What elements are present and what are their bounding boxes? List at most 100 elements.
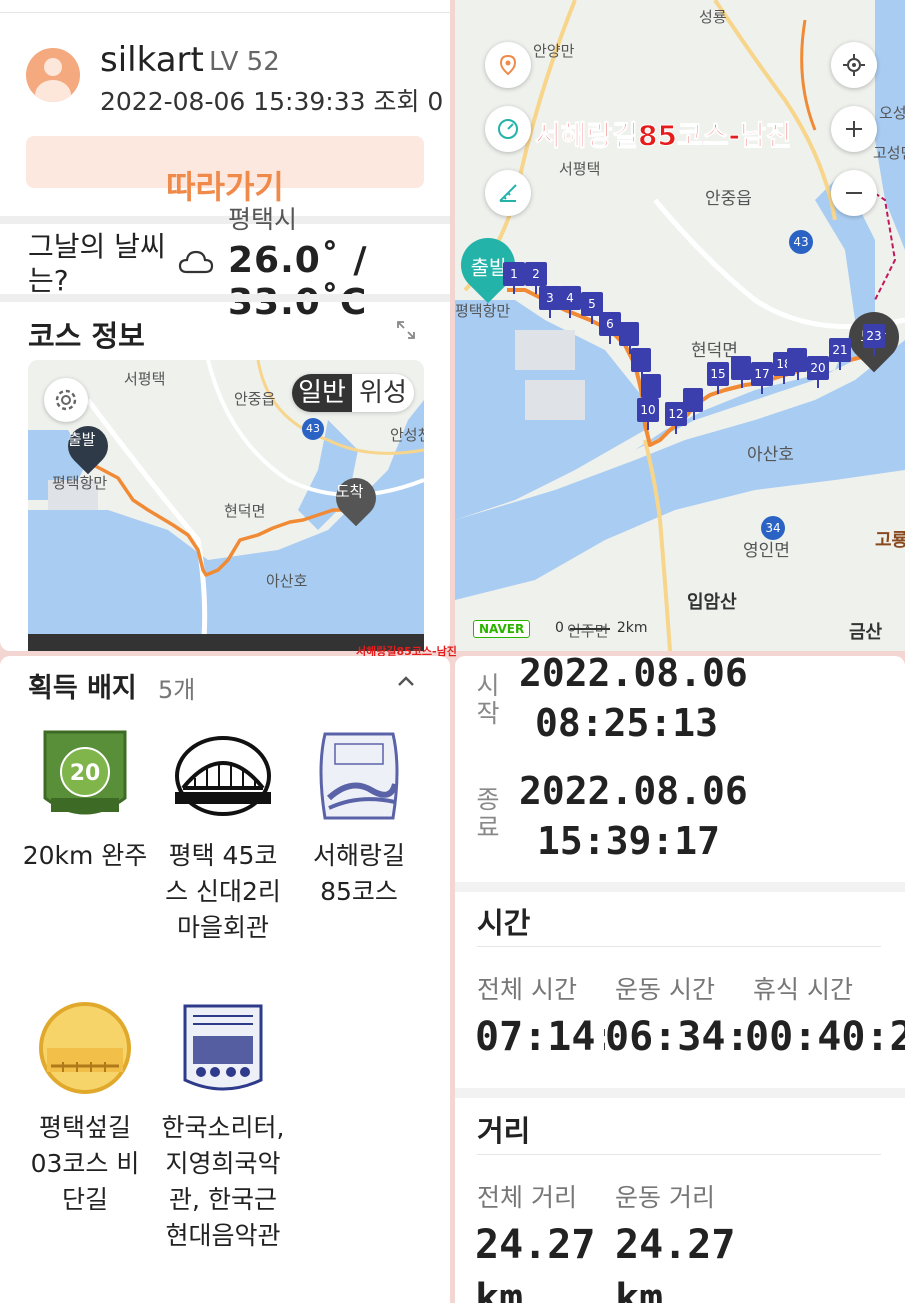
map-scale-zero: 0: [555, 620, 564, 636]
start-date: 2022.08.06: [519, 656, 748, 695]
end-date: 2022.08.06: [519, 769, 748, 813]
map-settings-button[interactable]: [44, 378, 88, 422]
checkpoint-flag[interactable]: [641, 374, 661, 406]
avatar[interactable]: [26, 48, 80, 102]
bridge-stamp-badge-icon: [175, 736, 271, 816]
avatar-body-icon: [35, 80, 71, 102]
checkpoint-flag[interactable]: 10: [637, 398, 659, 430]
place-label: 안양만: [533, 42, 575, 60]
speedometer-button[interactable]: [485, 106, 531, 152]
route-map-canvas: [455, 0, 905, 651]
road-shield-icon: 34: [761, 516, 785, 540]
place-label: 금산: [849, 622, 883, 643]
location-pin-icon: [499, 54, 517, 76]
moving-distance-value: 24.27: [615, 1222, 736, 1268]
zoom-in-button[interactable]: [831, 106, 877, 152]
map-mode-satellite[interactable]: 위성: [352, 374, 414, 412]
place-label: 성룡: [699, 8, 727, 26]
follow-button-label: 따라가기: [166, 168, 284, 206]
checkpoint-flag[interactable]: 17: [751, 362, 773, 394]
checkpoint-flag[interactable]: 15: [707, 362, 729, 394]
divider: [455, 1088, 905, 1098]
checkpoint-flag[interactable]: 6: [599, 312, 621, 344]
checkpoint-flag[interactable]: 2: [525, 262, 547, 294]
badges-panel: 획득 배지 5개 20 20km 완주 평택 45코스 신대2리 마을회관 서해…: [0, 656, 450, 1303]
checkpoint-flag[interactable]: [683, 388, 703, 420]
badges-title: 획득 배지: [28, 673, 137, 704]
start-marker-label: 출발: [67, 430, 96, 449]
checkpoint-flag[interactable]: 23: [863, 324, 885, 356]
location-pin-button[interactable]: [485, 42, 531, 88]
start-label: 시작: [476, 671, 500, 728]
checkpoint-flag[interactable]: 3: [539, 286, 561, 318]
badge-label: 서해랑길 85코스: [312, 841, 405, 906]
moving-time-label: 운동 시간: [615, 975, 715, 1004]
place-label: 안중읍: [705, 189, 752, 209]
naver-logo: NAVER: [473, 620, 531, 638]
place-label: 고룡: [875, 530, 905, 551]
stats-panel: 시작 2022.08.06 08:25:13 종료 2022.08.06 15:…: [455, 656, 905, 1303]
place-label: 평택항만: [52, 474, 108, 492]
badge-item[interactable]: 20 20km 완주: [20, 728, 150, 874]
course-info-title: 코스 정보: [28, 319, 145, 353]
checkpoint-flag[interactable]: [631, 348, 651, 380]
total-distance-value: 24.27: [475, 1222, 596, 1268]
badge-item[interactable]: 평택섶길 03코스 비단길: [20, 1000, 150, 1218]
expand-icon[interactable]: [396, 320, 416, 340]
total-time-value: 07:14:04: [475, 1014, 605, 1060]
badge-item[interactable]: 한국소리터, 지영희국악관, 한국근현대음악관: [158, 1000, 288, 1254]
zoom-out-button[interactable]: [831, 170, 877, 216]
map-mode-normal[interactable]: 일반: [292, 374, 352, 412]
route-map-panel[interactable]: 안양만 서평택 안중읍 평택항만 현덕면 아산호 영인면 입암산 인주면 금산 …: [455, 0, 905, 651]
speedometer-icon: [498, 119, 518, 139]
place-label: 안중읍: [234, 390, 276, 408]
plus-icon: [846, 121, 862, 137]
chevron-up-icon[interactable]: [396, 674, 416, 688]
divider: [0, 294, 450, 302]
badge-item[interactable]: 서해랑길 85코스: [294, 728, 424, 910]
badge-label: 한국소리터, 지영희국악관, 한국근현대음악관: [161, 1113, 285, 1250]
weather-question: 그날의 날씨는?: [28, 230, 166, 297]
weather-temperature: 26.0˚ / 33.0˚C: [228, 240, 368, 323]
checkpoint-flag[interactable]: [787, 348, 807, 380]
map-scale-bar: [570, 628, 611, 630]
checkpoint-flag[interactable]: 21: [829, 338, 851, 370]
checkpoint-flag[interactable]: 20: [807, 356, 829, 388]
end-label: 종료: [476, 785, 500, 842]
road-shield-icon: 43: [789, 230, 813, 254]
checkpoint-flag[interactable]: 4: [559, 286, 581, 318]
place-label: 영인면: [743, 541, 790, 561]
avatar-head-icon: [44, 58, 62, 76]
checkpoint-flag[interactable]: [619, 322, 639, 354]
seohaerang-stamp-badge-icon: [319, 732, 399, 820]
username[interactable]: silkart: [100, 40, 204, 80]
place-label: 입암산: [687, 592, 737, 613]
course-map[interactable]: 서평택 안중읍 평택항만 현덕면 아산호 안성천 43 일반 위성 출발 도착: [28, 360, 424, 651]
road-shield-icon: 43: [302, 418, 324, 440]
total-distance-label: 전체 거리: [477, 1183, 577, 1212]
sunset-badge-icon: [39, 1002, 131, 1094]
badges-count: 5개: [158, 676, 196, 704]
crosshair-icon: [843, 54, 865, 76]
user-level: LV 52: [209, 47, 280, 77]
profile-panel: silkart LV 52 2022-08-06 15:39:33 조회 0 따…: [0, 0, 450, 651]
place-label: 아산호: [747, 445, 794, 465]
rest-time-value: 00:40:2: [745, 1014, 905, 1060]
map-mode-toggle[interactable]: 일반 위성: [292, 374, 414, 412]
divider: [0, 216, 450, 224]
checkpoint-flag[interactable]: 1: [503, 262, 525, 294]
my-location-button[interactable]: [831, 42, 877, 88]
map-scale: 0 2km: [555, 620, 647, 636]
badge-item[interactable]: 평택 45코스 신대2리 마을회관: [158, 728, 288, 946]
checkpoint-flag[interactable]: [731, 356, 751, 388]
top-divider: [0, 12, 450, 13]
moving-distance-unit: km: [615, 1276, 664, 1303]
measure-button[interactable]: [485, 170, 531, 216]
music-hall-stamp-badge-icon: [183, 1004, 263, 1091]
start-time: 08:25:13: [535, 701, 719, 745]
place-label: 고성면: [873, 144, 905, 162]
follow-button[interactable]: 따라가기: [26, 136, 424, 206]
place-label: 현덕면: [224, 502, 266, 520]
place-label: 서평택: [559, 160, 601, 178]
moving-distance-label: 운동 거리: [615, 1183, 715, 1212]
